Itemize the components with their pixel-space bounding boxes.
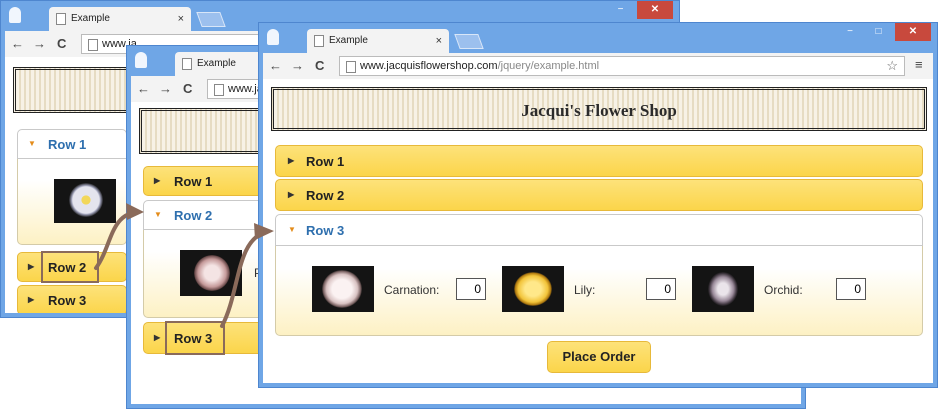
orchid-image xyxy=(692,266,754,312)
page-icon xyxy=(56,13,66,25)
accordion-row-3[interactable]: ▼ Row 3 xyxy=(275,214,923,246)
row-label: Row 1 xyxy=(306,154,345,169)
address-bar[interactable]: www.jacquisflowershop.com/jquery/example… xyxy=(339,56,905,76)
address-path: /jquery/example.html xyxy=(497,60,600,72)
carnation-image xyxy=(312,266,374,312)
menu-icon[interactable]: ≡ xyxy=(915,57,923,72)
orchid-label: Orchid: xyxy=(764,283,803,297)
row-label: Row 3 xyxy=(48,293,87,308)
close-window-button[interactable]: ✕ xyxy=(637,1,673,19)
carnation-quantity-input[interactable]: 0 xyxy=(456,278,486,300)
close-window-button[interactable]: ✕ xyxy=(895,23,931,41)
tab-close-icon[interactable]: × xyxy=(178,7,184,31)
carnation-label: Carnation: xyxy=(384,283,440,297)
chevron-right-icon: ▶ xyxy=(154,333,161,342)
row-3-highlight xyxy=(165,321,225,355)
star-icon[interactable]: ☆ xyxy=(886,57,898,75)
minimize-button[interactable]: − xyxy=(838,23,862,41)
shop-banner: Jacqui's Flower Shop xyxy=(271,87,927,131)
accordion-panel-2: P xyxy=(143,230,271,318)
window-controls: − □ ✕ xyxy=(838,23,931,41)
new-tab-button[interactable] xyxy=(454,34,484,49)
minimize-button[interactable]: − xyxy=(609,1,633,19)
orchid-quantity-input[interactable]: 0 xyxy=(836,278,866,300)
chevron-right-icon: ▶ xyxy=(28,295,35,304)
row-label: Row 2 xyxy=(174,208,213,223)
chevron-right-icon: ▶ xyxy=(288,190,295,199)
tab-strip: Example × − □ ✕ xyxy=(259,23,937,53)
accordion-row-2[interactable]: ▶ Row 2 xyxy=(275,179,923,211)
tab-close-icon[interactable]: × xyxy=(436,29,442,53)
page-icon xyxy=(346,61,356,73)
browser-window-3: Example × − □ ✕ ← → C www.jacquisflowers… xyxy=(258,22,938,388)
place-order-button[interactable]: Place Order xyxy=(547,341,651,373)
chevron-right-icon: ▶ xyxy=(28,262,35,271)
row-2-highlight xyxy=(41,251,99,283)
daisy-image xyxy=(54,179,116,223)
back-button[interactable]: ← xyxy=(137,80,150,98)
chevron-down-icon: ▼ xyxy=(28,139,36,148)
back-button[interactable]: ← xyxy=(11,35,24,53)
accordion-row-1[interactable]: ▶ Row 1 xyxy=(275,145,923,177)
reload-button[interactable]: C xyxy=(57,35,66,53)
accordion-panel-1 xyxy=(17,159,127,245)
row-label: Row 3 xyxy=(306,223,345,238)
chevron-right-icon: ▶ xyxy=(154,176,161,185)
tab-title: Example xyxy=(197,58,236,69)
page-content: Jacqui's Flower Shop ▶ Row 1 ▶ Row 2 ▼ R… xyxy=(263,79,933,383)
accordion-row-1[interactable]: ▶ Row 1 xyxy=(143,166,271,196)
accordion-row-1[interactable]: ▼ Row 1 xyxy=(17,129,127,159)
lily-image xyxy=(502,266,564,312)
toolbar: ← → C www.jacquisflowershop.com/jquery/e… xyxy=(263,53,933,79)
page-icon xyxy=(314,35,324,47)
shop-banner xyxy=(139,108,271,154)
tab-title: Example xyxy=(71,13,110,24)
user-icon xyxy=(135,52,147,68)
page-icon xyxy=(214,84,224,96)
lily-quantity-input[interactable]: 0 xyxy=(646,278,676,300)
reload-button[interactable]: C xyxy=(183,80,192,98)
forward-button[interactable]: → xyxy=(33,35,46,53)
page-icon xyxy=(182,58,192,70)
user-icon xyxy=(9,7,21,23)
maximize-button[interactable]: □ xyxy=(867,23,891,41)
row-label: Row 1 xyxy=(174,174,213,189)
tab-example[interactable]: Example × xyxy=(307,29,449,53)
accordion-row-2[interactable]: ▼ Row 2 xyxy=(143,200,271,230)
row-label: Row 2 xyxy=(306,188,345,203)
back-button[interactable]: ← xyxy=(269,57,282,75)
accordion-panel-3: Carnation: 0 Lily: 0 Orchid: 0 xyxy=(275,246,923,336)
lily-label: Lily: xyxy=(574,283,596,297)
window-controls: − ✕ xyxy=(609,1,673,19)
forward-button[interactable]: → xyxy=(159,80,172,98)
rose-image xyxy=(180,250,242,296)
shop-title: Jacqui's Flower Shop xyxy=(521,101,677,120)
chevron-down-icon: ▼ xyxy=(154,210,162,219)
accordion-row-3[interactable]: ▶ Row 3 xyxy=(17,285,127,313)
tab-title: Example xyxy=(329,35,368,46)
tab-example[interactable]: Example × xyxy=(49,7,191,31)
page-icon xyxy=(88,39,98,51)
new-tab-button[interactable] xyxy=(196,12,226,27)
chevron-right-icon: ▶ xyxy=(288,156,295,165)
address-host: www.jacquisflowershop.com xyxy=(360,60,498,72)
chevron-down-icon: ▼ xyxy=(288,225,296,234)
row-label: Row 1 xyxy=(48,137,87,152)
shop-banner xyxy=(13,67,133,113)
user-icon xyxy=(267,29,279,45)
forward-button[interactable]: → xyxy=(291,57,304,75)
reload-button[interactable]: C xyxy=(315,57,324,75)
